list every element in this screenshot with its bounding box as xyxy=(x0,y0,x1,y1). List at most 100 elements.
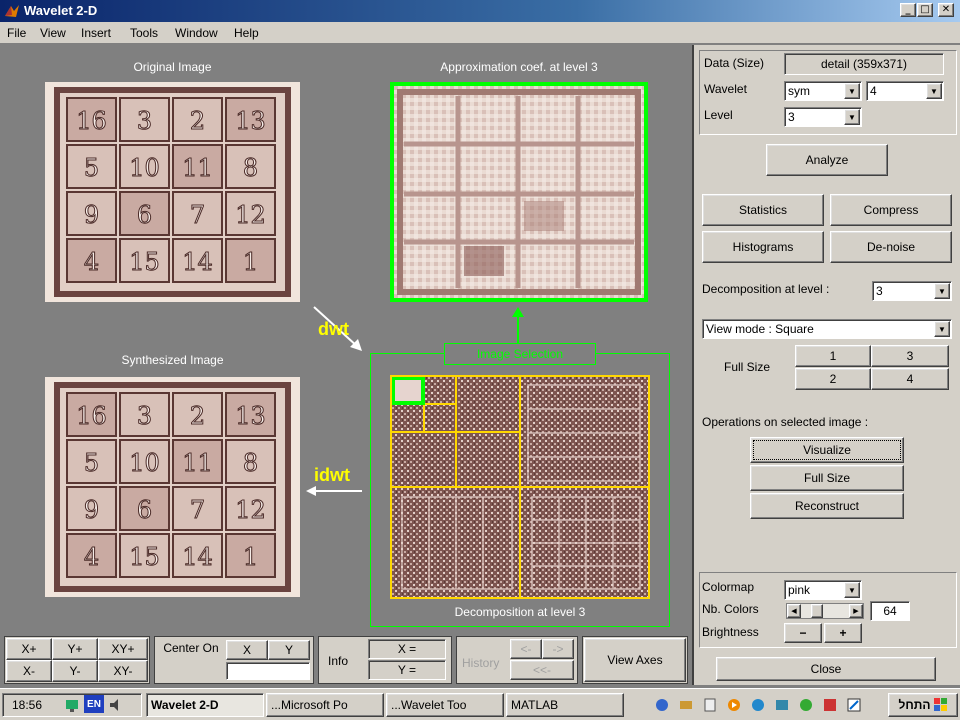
nb-colors-slider[interactable]: ◀ ▶ xyxy=(786,603,864,619)
taskbar: 18:56 EN Wavelet 2-D ...Microsoft Po ...… xyxy=(0,688,960,720)
quick-launch-icon[interactable] xyxy=(846,697,862,713)
info-label: Info xyxy=(328,654,349,668)
wavelet-family-select[interactable]: sym ▼ xyxy=(784,81,862,101)
menu-view[interactable]: View xyxy=(40,26,66,40)
level-select[interactable]: 3 ▼ xyxy=(784,107,862,127)
full-size-4-button[interactable]: 4 xyxy=(871,368,949,390)
center-value-field[interactable] xyxy=(226,662,310,680)
zoom-yplus-button[interactable]: Y+ xyxy=(52,638,98,660)
quick-launch-icon[interactable] xyxy=(702,697,718,713)
quick-launch-icon[interactable] xyxy=(798,697,814,713)
task-powerpoint[interactable]: ...Microsoft Po xyxy=(266,693,384,717)
original-image-title: Original Image xyxy=(133,60,212,74)
x-readout: X = xyxy=(368,639,446,659)
zoom-xminus-button[interactable]: X- xyxy=(6,660,52,682)
synth-image[interactable]: 16 3 2 13 5 10 11 8 9 6 7 12 4 15 14 1 xyxy=(45,377,300,597)
magic-square-number: 8 xyxy=(243,449,258,477)
magic-square-number: 8 xyxy=(243,154,258,182)
idwt-label: idwt xyxy=(314,465,350,485)
wavelet-order-select[interactable]: 4 ▼ xyxy=(866,81,944,101)
quick-launch-icon[interactable] xyxy=(678,697,694,713)
menu-file[interactable]: File xyxy=(7,26,26,40)
view-mode-value: View mode : Square xyxy=(706,322,814,336)
close-window-button[interactable]: ✕ xyxy=(938,3,954,17)
brightness-minus-button[interactable]: − xyxy=(784,623,822,643)
menu-insert[interactable]: Insert xyxy=(81,26,111,40)
close-button[interactable]: Close xyxy=(716,657,936,681)
wavelet-label: Wavelet xyxy=(704,82,747,96)
full-size-label: Full Size xyxy=(724,360,771,374)
full-size-3-button[interactable]: 3 xyxy=(871,345,949,367)
approx-image[interactable] xyxy=(390,82,648,302)
quick-launch-icon[interactable] xyxy=(822,697,838,713)
language-indicator[interactable]: EN xyxy=(84,695,104,713)
visualize-button[interactable]: Visualize xyxy=(750,437,904,463)
view-axes-button[interactable]: View Axes xyxy=(584,638,686,682)
full-size-2-button[interactable]: 2 xyxy=(795,368,871,390)
quick-launch-icon[interactable] xyxy=(654,697,670,713)
nb-colors-input[interactable]: 64 xyxy=(870,601,910,621)
magic-square-number: 13 xyxy=(235,402,266,430)
center-y-button[interactable]: Y xyxy=(268,640,310,660)
menu-window[interactable]: Window xyxy=(175,26,218,40)
idwt-arrow-icon xyxy=(306,486,362,496)
magic-square-number: 4 xyxy=(84,543,99,571)
history-first-button[interactable]: <<- xyxy=(510,660,574,680)
full-size-button[interactable]: Full Size xyxy=(750,465,904,491)
statistics-button[interactable]: Statistics xyxy=(702,194,824,226)
menu-help[interactable]: Help xyxy=(234,26,259,40)
decomp-level-select[interactable]: 3 ▼ xyxy=(872,281,952,301)
task-matlab-label: MATLAB xyxy=(511,698,559,712)
maximize-button[interactable]: □ xyxy=(917,3,933,17)
analyze-button[interactable]: Analyze xyxy=(766,144,888,176)
magic-square-number: 6 xyxy=(137,496,152,524)
original-image[interactable]: 16 3 2 13 5 10 11 8 9 6 7 12 4 15 14 1 xyxy=(45,82,300,302)
colormap-select[interactable]: pink ▼ xyxy=(784,580,862,600)
histograms-button[interactable]: Histograms xyxy=(702,231,824,263)
zoom-xyminus-button[interactable]: XY- xyxy=(98,660,148,682)
task-wavelet-toolbox[interactable]: ...Wavelet Too xyxy=(386,693,504,717)
decomposition-image[interactable] xyxy=(390,375,650,599)
quick-launch-icon[interactable] xyxy=(726,697,742,713)
quick-launch-icon[interactable] xyxy=(750,697,766,713)
full-size-1-button[interactable]: 1 xyxy=(795,345,871,367)
center-on-label: Center On xyxy=(163,641,219,655)
magic-square-number: 6 xyxy=(137,201,152,229)
history-label: History xyxy=(462,656,500,670)
magic-square-number: 12 xyxy=(235,201,266,229)
menu-tools[interactable]: Tools xyxy=(130,26,158,40)
control-panel: Data (Size) detail (359x371) Wavelet sym… xyxy=(692,45,960,685)
matlab-icon xyxy=(5,5,19,17)
data-size-label: Data (Size) xyxy=(704,56,765,70)
center-x-button[interactable]: X xyxy=(226,640,268,660)
synth-image-title: Synthesized Image xyxy=(121,353,224,367)
network-icon xyxy=(66,700,78,712)
chevron-left-icon[interactable]: ◀ xyxy=(787,604,801,618)
zoom-xyplus-button[interactable]: XY+ xyxy=(98,638,148,660)
decomp-level-label: Decomposition at level : xyxy=(702,282,830,296)
slider-thumb[interactable] xyxy=(810,604,823,618)
window-title: Wavelet 2-D xyxy=(24,3,98,18)
reconstruct-button[interactable]: Reconstruct xyxy=(750,493,904,519)
level-label: Level xyxy=(704,108,733,122)
volume-icon[interactable] xyxy=(108,697,124,713)
start-button[interactable]: התחל xyxy=(888,693,958,717)
magic-square-number: 2 xyxy=(190,402,205,430)
minimize-button[interactable]: _ xyxy=(900,3,916,17)
quick-launch-icon[interactable] xyxy=(774,697,790,713)
image-selection-label: Image Selection xyxy=(444,343,596,365)
task-wavelet[interactable]: Wavelet 2-D xyxy=(146,693,264,717)
task-matlab[interactable]: MATLAB xyxy=(506,693,624,717)
decomp-image-title: Decomposition at level 3 xyxy=(454,605,586,619)
brightness-plus-button[interactable]: + xyxy=(824,623,862,643)
denoise-button[interactable]: De-noise xyxy=(830,231,952,263)
magic-square-synth: 16 3 2 13 5 10 11 8 9 6 7 12 4 15 14 1 xyxy=(54,382,291,592)
history-forward-button[interactable]: -> xyxy=(542,639,574,659)
y-readout: Y = xyxy=(368,660,446,680)
chevron-right-icon[interactable]: ▶ xyxy=(849,604,863,618)
compress-button[interactable]: Compress xyxy=(830,194,952,226)
zoom-xplus-button[interactable]: X+ xyxy=(6,638,52,660)
zoom-yminus-button[interactable]: Y- xyxy=(52,660,98,682)
view-mode-select[interactable]: View mode : Square ▼ xyxy=(702,319,952,339)
history-back-button[interactable]: <- xyxy=(510,639,542,659)
